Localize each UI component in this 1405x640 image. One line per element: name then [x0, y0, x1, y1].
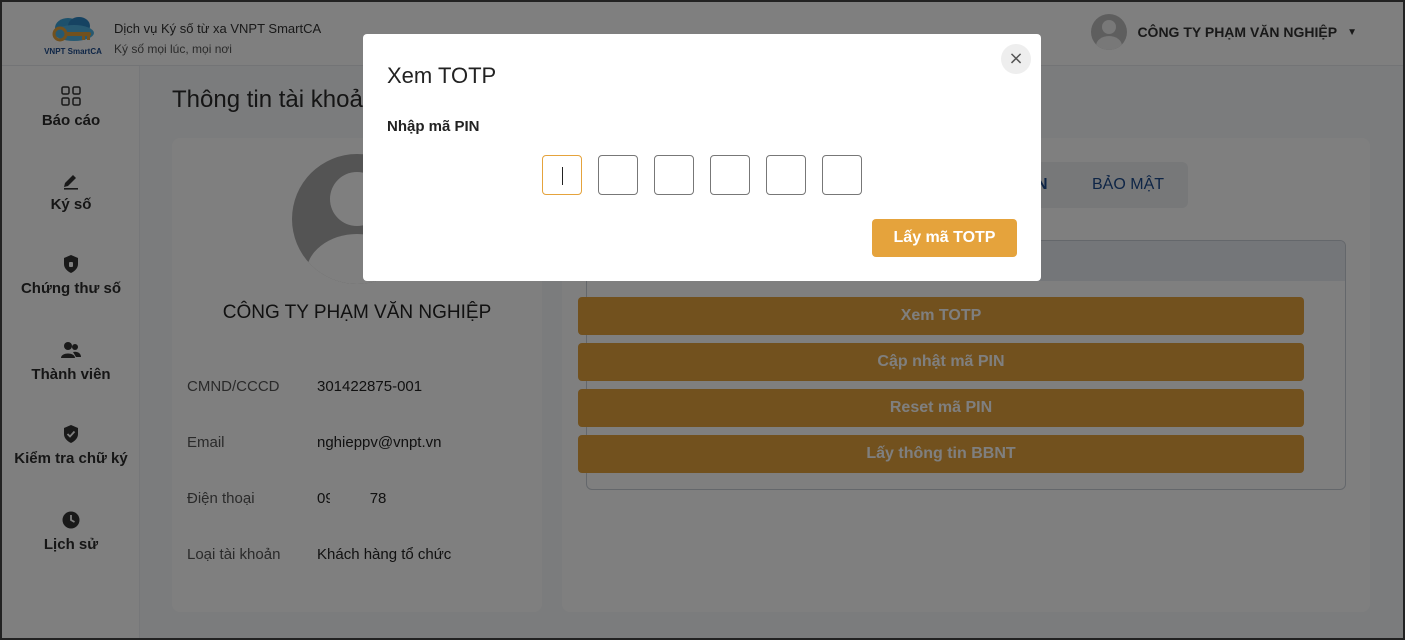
modal-title: Xem TOTP [387, 63, 497, 88]
pin-digit-input-6[interactable] [822, 155, 862, 195]
pin-digit-input-4[interactable] [710, 155, 750, 195]
pin-digit-input-3[interactable] [654, 155, 694, 195]
pin-label: Nhập mã PIN [387, 118, 480, 135]
totp-modal: Xem TOTP × Nhập mã PIN Lấy mã TOTP [363, 34, 1041, 281]
app-window: VNPT SmartCA Dịch vụ Ký số từ xa VNPT Sm… [0, 0, 1405, 640]
pin-digit-input-2[interactable] [598, 155, 638, 195]
close-icon[interactable]: × [1001, 44, 1031, 74]
pin-digit-input-1[interactable] [542, 155, 582, 195]
get-totp-button[interactable]: Lấy mã TOTP [872, 219, 1017, 257]
pin-digit-input-5[interactable] [766, 155, 806, 195]
